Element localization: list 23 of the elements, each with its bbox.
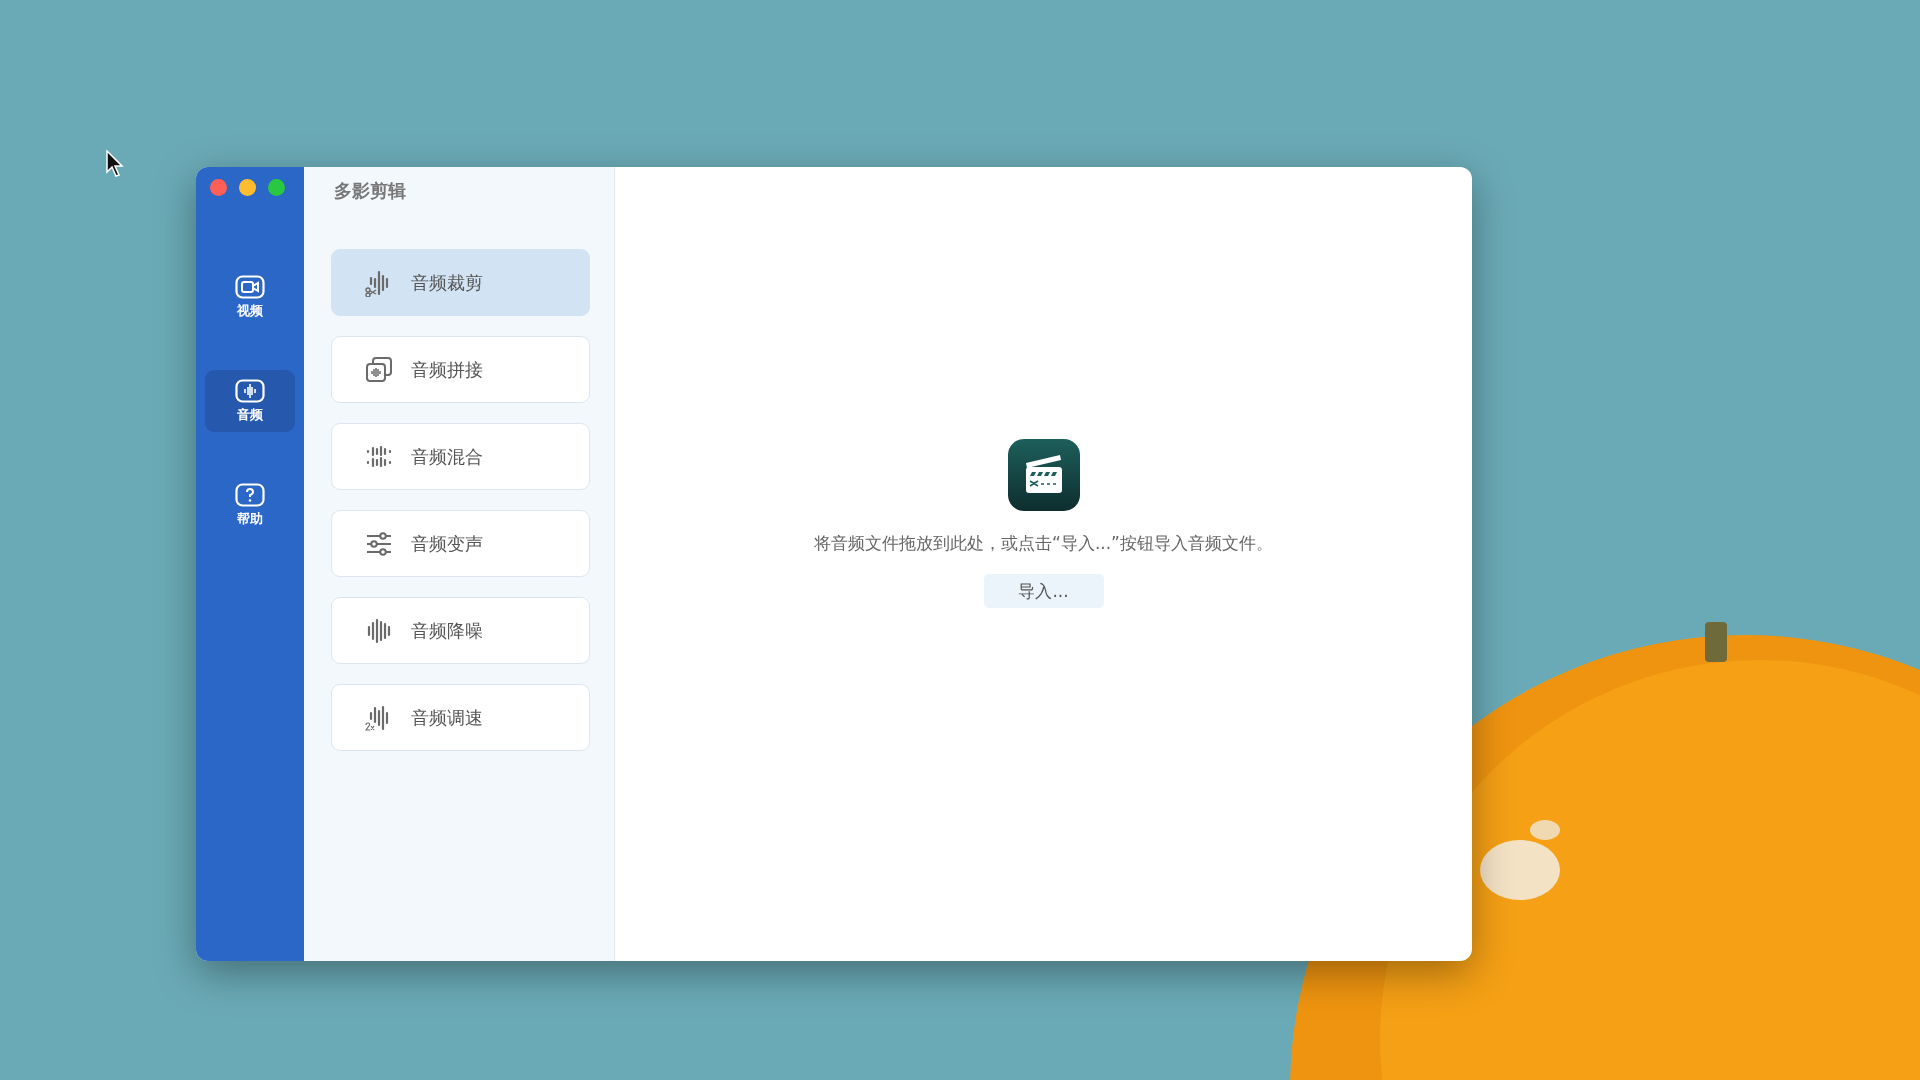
tool-item[interactable]: 音频调速 [331, 684, 590, 751]
window-title: 多影剪辑 [333, 179, 407, 203]
tool-item[interactable]: 音频混合 [331, 423, 590, 490]
waveform-icon [365, 616, 393, 645]
nav-item[interactable]: 帮助 [205, 474, 295, 536]
import-button[interactable]: 导入... [983, 574, 1104, 608]
close-button[interactable] [210, 179, 227, 196]
tool-item[interactable]: 音频降噪 [331, 597, 590, 664]
clapperboard-icon [1007, 439, 1080, 511]
video-camera-icon [235, 274, 265, 299]
waveform-icon [235, 378, 265, 403]
zoom-button[interactable] [268, 179, 285, 196]
nav-item[interactable]: 视频 [205, 266, 295, 328]
tool-item[interactable]: 音频拼接 [331, 336, 590, 403]
tool-item[interactable]: 音频变声 [331, 510, 590, 577]
sliders-icon [365, 529, 393, 558]
nav-item[interactable]: 音频 [205, 370, 295, 432]
stacked-frames-icon [365, 355, 393, 384]
help-icon [235, 482, 265, 507]
drop-hint: 将音频文件拖放到此处，或点击“导入...”按钮导入音频文件。 [813, 532, 1274, 555]
cursor-icon [106, 150, 124, 178]
minimize-button[interactable] [239, 179, 256, 196]
tool-item[interactable]: 音频裁剪 [331, 249, 590, 316]
